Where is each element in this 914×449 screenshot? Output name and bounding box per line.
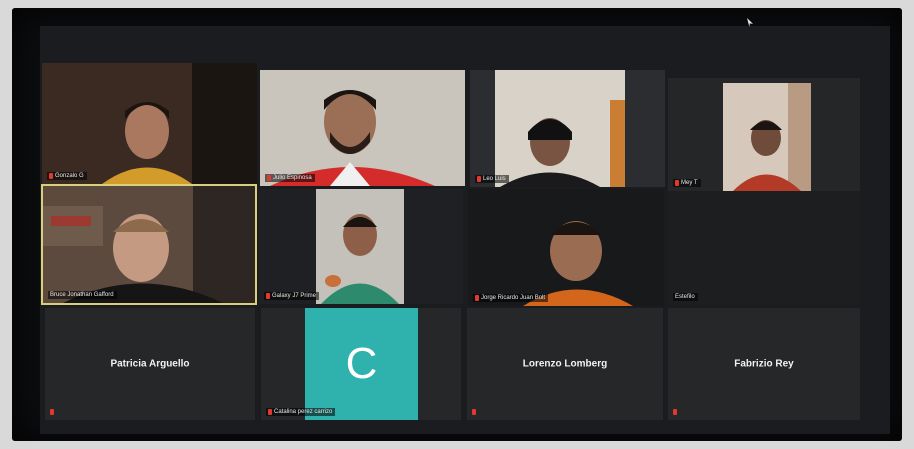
mic-muted-icon bbox=[675, 180, 679, 186]
avatar: C bbox=[305, 308, 418, 420]
participant-tile[interactable]: Galaxy J7 Prime bbox=[259, 189, 463, 304]
participant-name-tag: Galaxy J7 Prime bbox=[264, 292, 320, 300]
participant-name-tag: Bruce Jonathan Gafford bbox=[48, 291, 117, 299]
mic-muted-icon bbox=[477, 176, 481, 182]
mic-muted-icon bbox=[50, 409, 54, 415]
participant-name-card[interactable]: Fabrizio Rey bbox=[668, 308, 860, 420]
participant-video bbox=[470, 70, 665, 187]
participant-video bbox=[668, 78, 860, 191]
participant-tile[interactable]: Jorge Ricardo Juan Bolt bbox=[468, 189, 664, 306]
mic-muted-icon bbox=[472, 409, 476, 415]
video-gallery: Gonzalo G Julio Espinosa Leo Luis Mey T … bbox=[40, 26, 890, 434]
participant-name-tag: Leo Luis bbox=[475, 175, 509, 183]
participant-video bbox=[260, 70, 465, 186]
participant-name-tag: Catalina perez carrizo bbox=[266, 408, 336, 416]
participant-tile[interactable]: Mey T bbox=[668, 78, 860, 191]
participant-avatar-tile[interactable]: C Catalina perez carrizo bbox=[261, 308, 461, 420]
mic-muted-icon bbox=[268, 409, 272, 415]
participant-name: Patricia Arguello bbox=[110, 358, 190, 370]
mic-muted-icon bbox=[267, 175, 271, 181]
participant-tile[interactable]: Leo Luis bbox=[470, 70, 665, 187]
mic-muted-icon bbox=[475, 295, 479, 301]
participant-tile-active-speaker[interactable]: Bruce Jonathan Gafford bbox=[41, 184, 257, 305]
participant-video bbox=[259, 189, 463, 304]
participant-name-tag: Gonzalo G bbox=[47, 172, 87, 180]
participant-name-tag: Julio Espinosa bbox=[265, 174, 315, 182]
participant-name: Lorenzo Lomberg bbox=[522, 358, 608, 370]
participant-tile-video-off[interactable]: Estefilo bbox=[668, 191, 860, 305]
participant-tile[interactable]: Julio Espinosa bbox=[260, 70, 465, 186]
participant-video bbox=[43, 186, 255, 303]
participant-name-card[interactable]: Lorenzo Lomberg bbox=[467, 308, 663, 420]
participant-tile[interactable]: Gonzalo G bbox=[42, 63, 257, 184]
participant-name-tag: Jorge Ricardo Juan Bolt bbox=[473, 294, 549, 302]
participant-name-tag: Mey T bbox=[673, 179, 701, 187]
participant-name-tag: Estefilo bbox=[673, 293, 698, 301]
participant-video bbox=[468, 189, 664, 306]
mic-muted-icon bbox=[49, 173, 53, 179]
mic-muted-icon bbox=[266, 293, 270, 299]
mic-muted-icon bbox=[673, 409, 677, 415]
monitor-screen: Gonzalo G Julio Espinosa Leo Luis Mey T … bbox=[12, 8, 902, 441]
participant-video bbox=[42, 63, 257, 184]
participant-name-card[interactable]: Patricia Arguello bbox=[45, 308, 255, 420]
participant-name: Fabrizio Rey bbox=[734, 358, 794, 370]
